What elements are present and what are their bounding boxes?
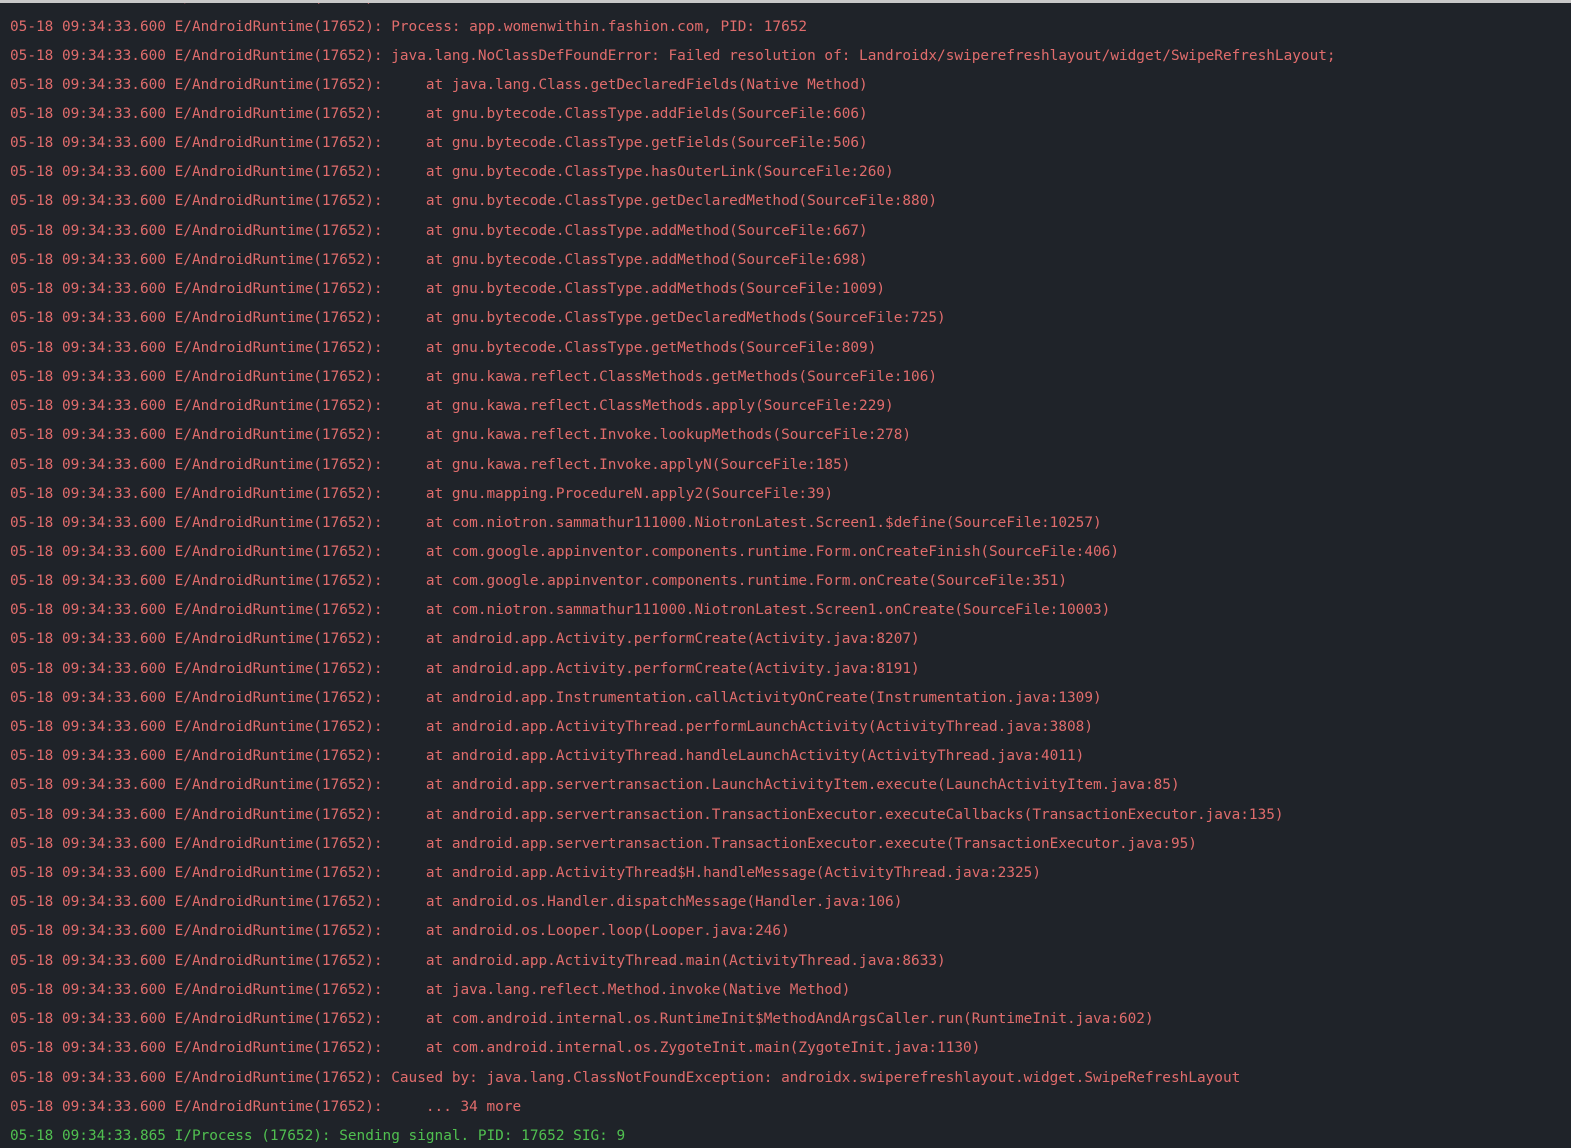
log-line: 05-18 09:34:33.600 E/AndroidRuntime(1765… — [10, 865, 1042, 881]
log-line: 05-18 09:34:33.600 E/AndroidRuntime(1765… — [10, 923, 790, 939]
log-line: 05-18 09:34:33.600 E/AndroidRuntime(1765… — [10, 836, 1197, 852]
log-line: 05-18 09:34:33.600 E/AndroidRuntime(1765… — [10, 340, 877, 356]
log-line: 05-18 09:34:33.600 E/AndroidRuntime(1765… — [10, 631, 920, 647]
log-line: 05-18 09:34:33.600 E/AndroidRuntime(1765… — [10, 690, 1102, 706]
log-line: 05-18 09:34:33.600 E/AndroidRuntime(1765… — [10, 252, 868, 268]
log-line: 05-18 09:34:33.600 E/AndroidRuntime(1765… — [10, 398, 894, 414]
log-line: 05-18 09:34:33.600 E/AndroidRuntime(1765… — [10, 223, 868, 239]
log-line: 05-18 09:34:33.600 E/AndroidRuntime(1765… — [10, 515, 1102, 531]
log-line: 05-18 09:34:33.600 E/AndroidRuntime(1765… — [10, 544, 1119, 560]
log-line: 05-18 09:34:33.600 E/AndroidRuntime(1765… — [10, 310, 946, 326]
log-line: 05-18 09:34:33.600 E/AndroidRuntime(1765… — [10, 164, 894, 180]
window-top-border — [0, 0, 1571, 3]
log-line: 05-18 09:34:33.600 E/AndroidRuntime(1765… — [10, 48, 1336, 64]
log-line: 05-18 09:34:33.600 E/AndroidRuntime(1765… — [10, 106, 868, 122]
log-line: 05-18 09:34:33.600 E/AndroidRuntime(1765… — [10, 457, 851, 473]
log-line: 05-18 09:34:33.600 E/AndroidRuntime(1765… — [10, 193, 938, 209]
log-line: 05-18 09:34:33.600 E/AndroidRuntime(1765… — [10, 427, 912, 443]
log-line: 05-18 09:34:33.865 I/Process (17652): Se… — [10, 1128, 626, 1144]
log-line: 05-18 09:34:33.600 E/AndroidRuntime(1765… — [10, 1040, 981, 1056]
logcat-output: 05-18 09:34:33.600 E/AndroidRuntime(1765… — [0, 0, 1571, 1148]
log-line: 05-18 09:34:33.600 E/AndroidRuntime(1765… — [10, 77, 868, 93]
log-line: 05-18 09:34:33.600 E/AndroidRuntime(1765… — [10, 602, 1111, 618]
log-line: 05-18 09:34:33.600 E/AndroidRuntime(1765… — [10, 719, 1093, 735]
log-line: 05-18 09:34:33.600 E/AndroidRuntime(1765… — [10, 19, 808, 35]
log-line: 05-18 09:34:33.600 E/AndroidRuntime(1765… — [10, 135, 868, 151]
log-line: 05-18 09:34:33.600 E/AndroidRuntime(1765… — [10, 894, 903, 910]
log-line: 05-18 09:34:33.600 E/AndroidRuntime(1765… — [10, 661, 920, 677]
log-line: 05-18 09:34:33.600 E/AndroidRuntime(1765… — [10, 573, 1067, 589]
log-line: 05-18 09:34:33.600 E/AndroidRuntime(1765… — [10, 486, 834, 502]
log-line: 05-18 09:34:33.600 E/AndroidRuntime(1765… — [10, 1070, 1241, 1086]
log-line: 05-18 09:34:33.600 E/AndroidRuntime(1765… — [10, 369, 938, 385]
log-line: 05-18 09:34:33.600 E/AndroidRuntime(1765… — [10, 1011, 1154, 1027]
log-line: 05-18 09:34:33.600 E/AndroidRuntime(1765… — [10, 953, 946, 969]
log-line: 05-18 09:34:33.600 E/AndroidRuntime(1765… — [10, 281, 886, 297]
log-line: 05-18 09:34:33.600 E/AndroidRuntime(1765… — [10, 807, 1284, 823]
log-line: 05-18 09:34:33.600 E/AndroidRuntime(1765… — [10, 748, 1085, 764]
log-line: 05-18 09:34:33.600 E/AndroidRuntime(1765… — [10, 777, 1180, 793]
log-line: 05-18 09:34:33.600 E/AndroidRuntime(1765… — [10, 1099, 522, 1115]
log-line: 05-18 09:34:33.600 E/AndroidRuntime(1765… — [10, 982, 851, 998]
